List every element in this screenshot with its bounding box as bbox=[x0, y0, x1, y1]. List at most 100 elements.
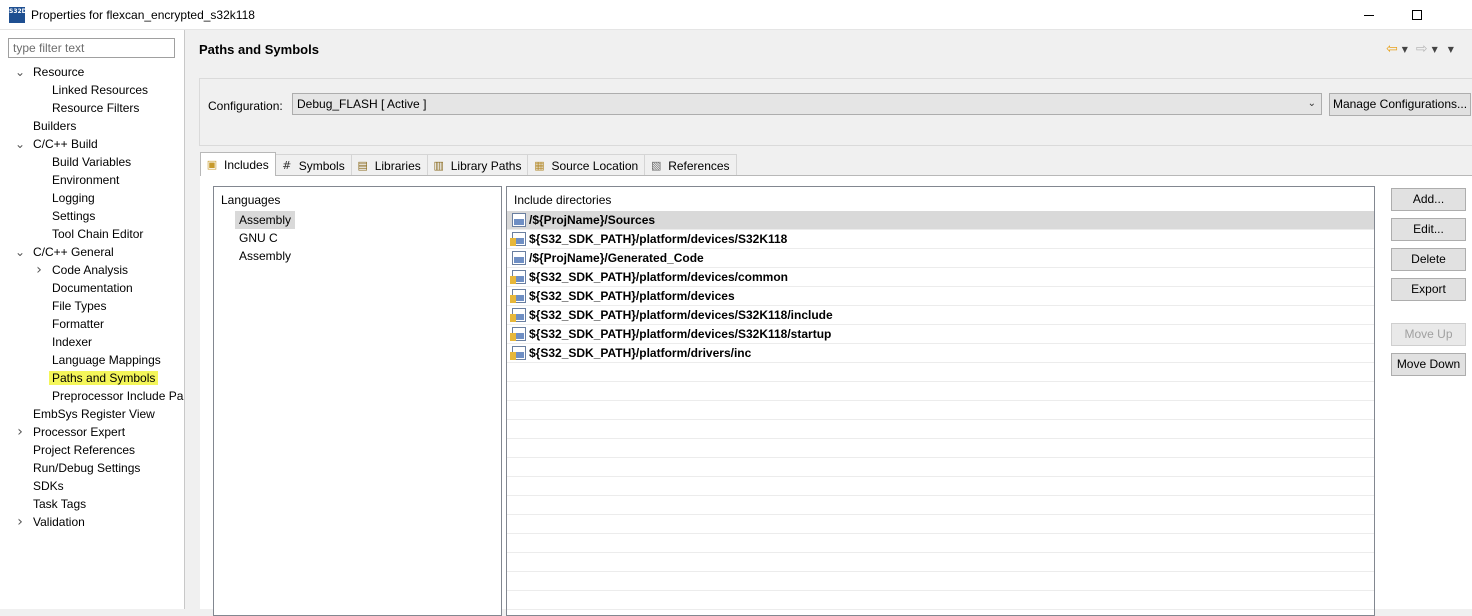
chevron-right-icon[interactable]: › bbox=[14, 423, 26, 441]
configuration-select[interactable]: Debug_FLASH [ Active ] ⌄ bbox=[292, 93, 1322, 115]
language-item[interactable]: Assembly bbox=[235, 247, 295, 265]
tab-label: Source Location bbox=[551, 158, 639, 173]
nav-item-formatter[interactable]: Formatter bbox=[52, 315, 104, 333]
nav-item-linked-resources[interactable]: Linked Resources bbox=[52, 81, 148, 99]
include-row[interactable]: ${S32_SDK_PATH}/platform/devices/S32K118… bbox=[507, 306, 1374, 325]
chevron-down-icon[interactable]: ⌄ bbox=[14, 243, 26, 261]
filesystem-folder-icon bbox=[510, 327, 526, 341]
include-row[interactable]: ${S32_SDK_PATH}/platform/devices bbox=[507, 287, 1374, 306]
include-directories-header: Include directories bbox=[514, 193, 612, 207]
nav-item-c-c-general[interactable]: ⌄ C/C++ General bbox=[15, 243, 114, 261]
back-dropdown-icon[interactable]: ▼ bbox=[1402, 45, 1408, 54]
tab-includes[interactable]: ▣ Includes bbox=[200, 152, 276, 176]
tab-bar: ▣ Includes # Symbols ▤ Libraries ▥ Library Path… bbox=[200, 152, 737, 176]
libraries-icon: ▤ bbox=[357, 159, 368, 172]
empty-row bbox=[507, 401, 1374, 420]
nav-item-label: Build Variables bbox=[52, 155, 132, 169]
empty-row bbox=[507, 496, 1374, 515]
nav-item-task-tags[interactable]: Task Tags bbox=[33, 495, 86, 513]
hash-icon: # bbox=[282, 159, 292, 172]
move-down-button[interactable]: Move Down bbox=[1391, 353, 1466, 376]
empty-row bbox=[507, 515, 1374, 534]
back-arrow-icon[interactable]: ⇦ bbox=[1386, 41, 1398, 57]
nav-item-project-references[interactable]: Project References bbox=[33, 441, 135, 459]
include-row[interactable]: ${S32_SDK_PATH}/platform/devices/S32K118 bbox=[507, 230, 1374, 249]
nav-item-file-types[interactable]: File Types bbox=[52, 297, 106, 315]
empty-row bbox=[507, 610, 1374, 615]
configuration-value: Debug_FLASH [ Active ] bbox=[297, 97, 427, 111]
nav-item-code-analysis[interactable]: › Code Analysis bbox=[36, 261, 128, 279]
includes-tab-panel: Languages Assembly GNU C Assembly Include … bbox=[200, 175, 1472, 616]
nav-item-label: SDKs bbox=[33, 479, 64, 493]
filter-input[interactable] bbox=[8, 38, 175, 58]
include-path: ${S32_SDK_PATH}/platform/devices/S32K118 bbox=[529, 232, 788, 246]
include-path: /${ProjName}/Sources bbox=[529, 213, 656, 227]
empty-row bbox=[507, 363, 1374, 382]
nav-item-label: Project References bbox=[33, 443, 136, 457]
tab-symbols[interactable]: # Symbols bbox=[274, 154, 352, 176]
move-up-button[interactable]: Move Up bbox=[1391, 323, 1466, 346]
nav-item-run-debug-settings[interactable]: Run/Debug Settings bbox=[33, 459, 140, 477]
nav-item-build-variables[interactable]: Build Variables bbox=[52, 153, 131, 171]
filesystem-folder-icon bbox=[510, 346, 526, 360]
forward-dropdown-icon[interactable]: ▼ bbox=[1432, 45, 1438, 54]
source-location-icon: ▦ bbox=[534, 159, 545, 172]
empty-row bbox=[507, 591, 1374, 610]
view-menu-icon[interactable]: ▼ bbox=[1448, 45, 1454, 54]
nav-item-label: Preprocessor Include Pa bbox=[52, 389, 184, 403]
include-row[interactable]: ${S32_SDK_PATH}/platform/drivers/inc bbox=[507, 344, 1374, 363]
chevron-right-icon[interactable]: › bbox=[14, 513, 26, 531]
tab-references[interactable]: ▧ References bbox=[644, 154, 737, 176]
nav-item-validation[interactable]: › Validation bbox=[17, 513, 85, 531]
nav-item-embsys-register-view[interactable]: EmbSys Register View bbox=[33, 405, 155, 423]
language-item[interactable]: Assembly bbox=[235, 211, 296, 229]
include-row[interactable]: /${ProjName}/Sources bbox=[507, 211, 1374, 230]
nav-item-tool-chain-editor[interactable]: Tool Chain Editor bbox=[52, 225, 143, 243]
nav-item-sdks[interactable]: SDKs bbox=[33, 477, 64, 495]
language-item[interactable]: GNU C bbox=[235, 229, 282, 247]
include-row[interactable]: ${S32_SDK_PATH}/platform/devices/common bbox=[507, 268, 1374, 287]
nav-item-preprocessor-include-pa[interactable]: Preprocessor Include Pa bbox=[52, 387, 183, 405]
nav-item-documentation[interactable]: Documentation bbox=[52, 279, 133, 297]
include-path: ${S32_SDK_PATH}/platform/devices/S32K118… bbox=[529, 327, 832, 341]
export-button[interactable]: Export bbox=[1391, 278, 1466, 301]
nav-item-builders[interactable]: Builders bbox=[33, 117, 76, 135]
nav-item-label: Processor Expert bbox=[33, 425, 126, 439]
nav-item-language-mappings[interactable]: Language Mappings bbox=[52, 351, 161, 369]
manage-configurations-button[interactable]: Manage Configurations... bbox=[1329, 93, 1471, 116]
delete-button[interactable]: Delete bbox=[1391, 248, 1466, 271]
nav-item-settings[interactable]: Settings bbox=[52, 207, 95, 225]
chevron-down-icon[interactable]: ⌄ bbox=[14, 63, 26, 81]
nav-item-indexer[interactable]: Indexer bbox=[52, 333, 92, 351]
nav-item-label: File Types bbox=[52, 299, 107, 313]
include-row[interactable]: ${S32_SDK_PATH}/platform/devices/S32K118… bbox=[507, 325, 1374, 344]
include-directories-list[interactable]: Include directories /${ProjName}/Sources… bbox=[506, 186, 1375, 616]
nav-item-label: Language Mappings bbox=[52, 353, 161, 367]
edit-button[interactable]: Edit... bbox=[1391, 218, 1466, 241]
nav-item-paths-and-symbols[interactable]: Paths and Symbols bbox=[49, 369, 159, 387]
tab-source-location[interactable]: ▦ Source Location bbox=[527, 154, 646, 176]
filesystem-folder-icon bbox=[510, 308, 526, 322]
configuration-group: Configuration: Debug_FLASH [ Active ] ⌄ … bbox=[199, 78, 1472, 146]
add-button[interactable]: Add... bbox=[1391, 188, 1466, 211]
empty-row bbox=[507, 534, 1374, 553]
nav-item-logging[interactable]: Logging bbox=[52, 189, 95, 207]
nav-item-resource-filters[interactable]: Resource Filters bbox=[52, 99, 139, 117]
chevron-right-icon[interactable]: › bbox=[33, 261, 45, 279]
nav-item-environment[interactable]: Environment bbox=[52, 171, 119, 189]
nav-item-resource[interactable]: ⌄ Resource bbox=[15, 63, 84, 81]
tab-libraries[interactable]: ▤ Libraries bbox=[350, 154, 428, 176]
maximize-button[interactable] bbox=[1394, 0, 1440, 30]
nav-item-processor-expert[interactable]: › Processor Expert bbox=[17, 423, 126, 441]
chevron-down-icon[interactable]: ⌄ bbox=[14, 135, 26, 153]
tab-library-paths[interactable]: ▥ Library Paths bbox=[426, 154, 529, 176]
include-row[interactable]: /${ProjName}/Generated_Code bbox=[507, 249, 1374, 268]
nav-item-label: Indexer bbox=[52, 335, 93, 349]
s32ds-app-icon: S32DS bbox=[9, 7, 31, 23]
forward-arrow-icon[interactable]: ⇨ bbox=[1416, 41, 1428, 57]
minimize-button[interactable] bbox=[1346, 0, 1392, 30]
languages-list[interactable]: Languages Assembly GNU C Assembly bbox=[213, 186, 502, 616]
includes-icon: ▣ bbox=[206, 158, 218, 171]
history-nav: ⇦ ▼ ⇨ ▼ ▼ bbox=[1386, 40, 1460, 58]
nav-item-c-c-build[interactable]: ⌄ C/C++ Build bbox=[15, 135, 98, 153]
